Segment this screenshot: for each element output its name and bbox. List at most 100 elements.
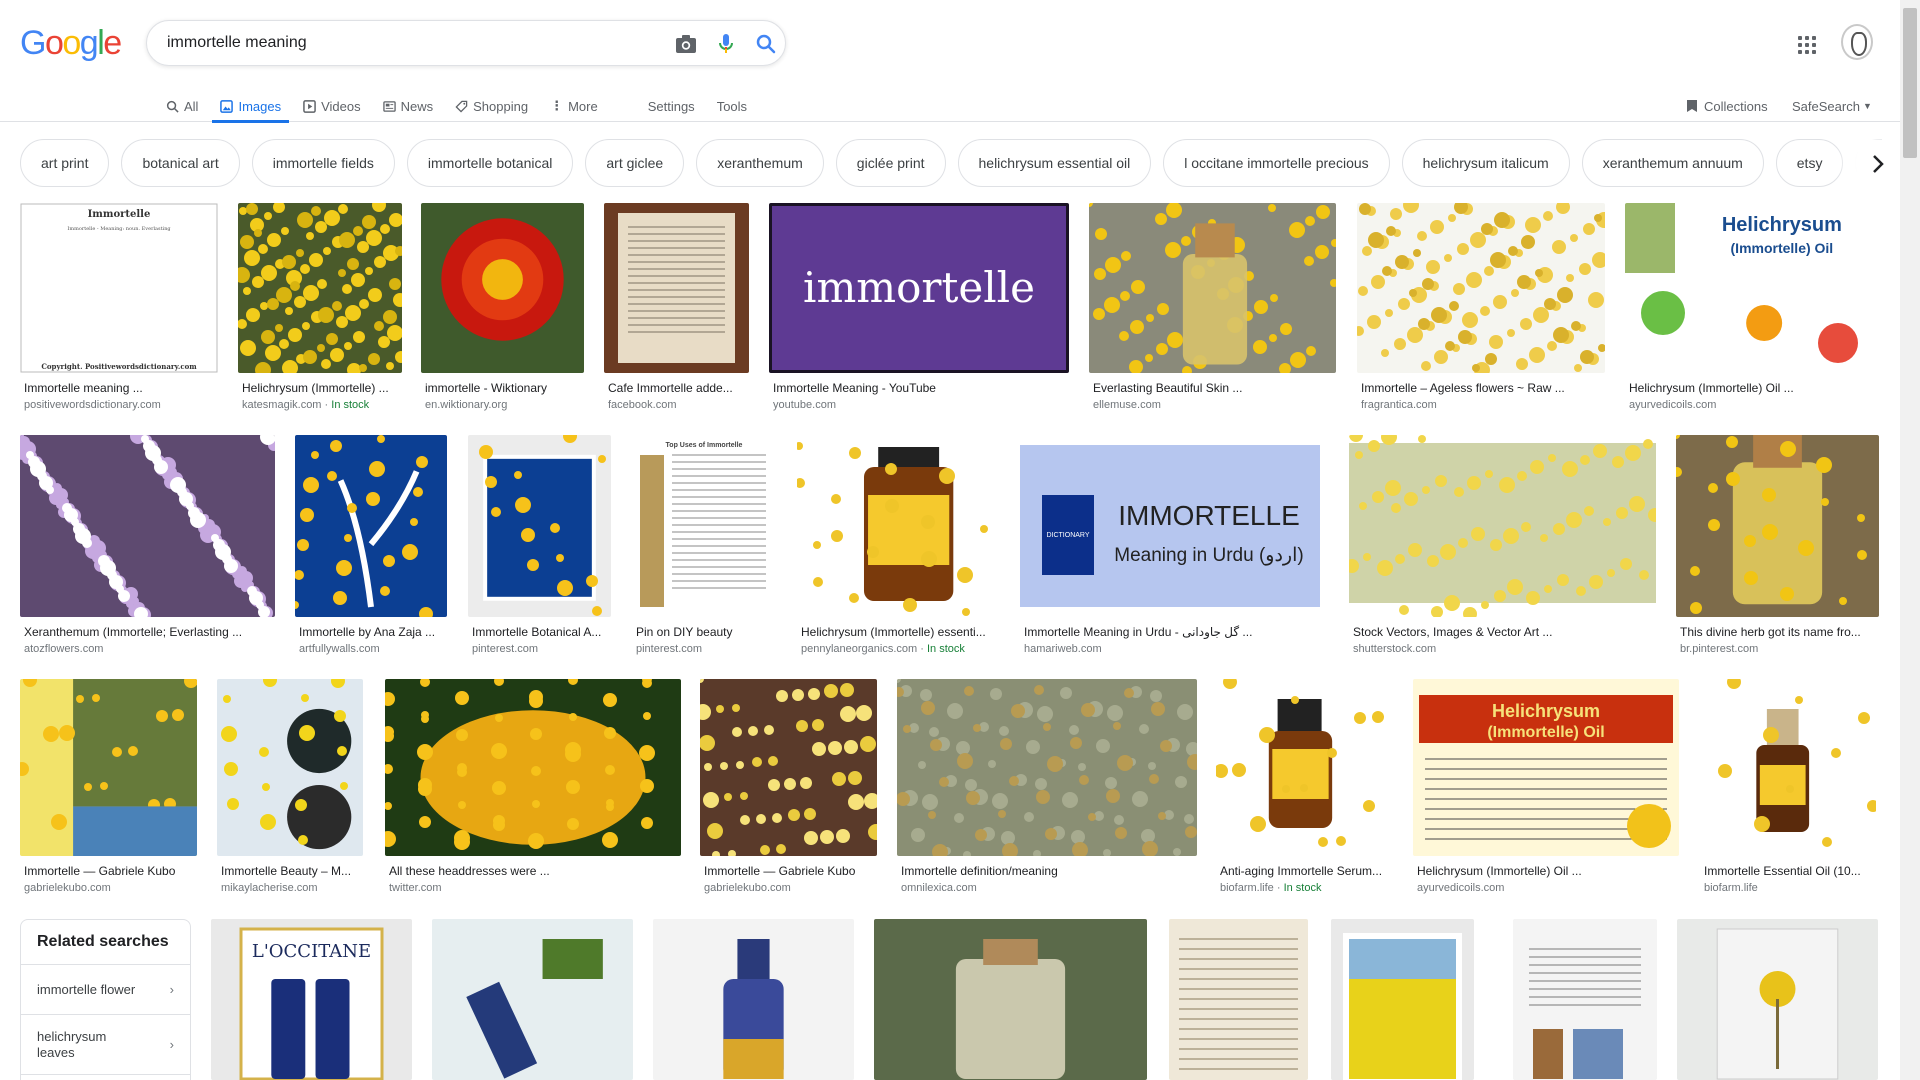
apps-grid-icon[interactable] <box>1795 33 1819 57</box>
tab-shopping[interactable]: Shopping <box>455 90 528 122</box>
result-caption[interactable]: Immortelle Beauty – M... <box>221 864 361 878</box>
image-result[interactable]: Immortelle – Ageless flowers ~ Raw ... fr… <box>1357 203 1605 413</box>
tab-settings[interactable]: Settings <box>648 90 695 122</box>
refinement-chip[interactable]: l occitane immortelle precious <box>1163 139 1390 187</box>
result-thumbnail[interactable] <box>1331 919 1474 1080</box>
refinement-chip[interactable]: art print <box>20 139 110 187</box>
page-scrollbar[interactable] <box>1900 0 1920 1080</box>
result-thumbnail[interactable] <box>1677 919 1878 1080</box>
image-result[interactable] <box>1677 919 1878 1080</box>
refinement-chip[interactable]: immortelle fields <box>251 139 395 187</box>
result-caption[interactable]: Immortelle definition/meaning <box>901 864 1195 878</box>
image-result[interactable] <box>1169 919 1308 1080</box>
image-result[interactable]: Helichrysum (Immortelle) ... katesmagik.c… <box>238 203 402 413</box>
tab-images[interactable]: Images <box>212 90 289 123</box>
result-caption[interactable]: This divine herb got its name fro... <box>1680 625 1877 639</box>
image-result[interactable]: immortelle - Wiktionary en.wiktionary.org <box>421 203 584 413</box>
result-caption[interactable]: Everlasting Beautiful Skin ... <box>1093 381 1334 395</box>
image-result[interactable]: L'OCCITANE <box>211 919 412 1080</box>
result-caption[interactable]: Immortelle — Gabriele Kubo <box>24 864 195 878</box>
google-logo[interactable]: Google <box>20 24 122 63</box>
refinement-chip[interactable]: botanical art <box>121 139 240 187</box>
result-thumbnail[interactable] <box>1676 435 1879 617</box>
image-result[interactable]: Immortelle definition/meaning omnilexica.… <box>897 679 1197 896</box>
result-thumbnail[interactable]: Helichrysum (Immortelle) Oil <box>1625 203 1878 373</box>
result-thumbnail[interactable] <box>1349 435 1656 617</box>
related-search-item[interactable]: helichrysum leaves › <box>21 1015 190 1075</box>
result-caption[interactable]: Stock Vectors, Images & Vector Art ... <box>1353 625 1654 639</box>
image-result[interactable]: DICTIONARY IMMORTELLE Meaning in Urdu (ارد… <box>1020 435 1320 657</box>
refinement-chip[interactable]: xeranthemum annuum <box>1581 139 1764 187</box>
image-result[interactable]: immortelle Immortelle Meaning - YouTube yo… <box>769 203 1069 413</box>
image-result[interactable]: Immortelle Beauty – M... mikaylacherise.c… <box>217 679 363 896</box>
image-result[interactable] <box>1513 919 1657 1080</box>
result-thumbnail[interactable] <box>1700 679 1876 856</box>
result-caption[interactable]: Cafe Immortelle adde... <box>608 381 747 395</box>
collections-link[interactable]: Collections <box>1686 90 1768 122</box>
search-icon[interactable] <box>755 33 777 55</box>
result-thumbnail[interactable] <box>468 435 611 617</box>
result-caption[interactable]: immortelle - Wiktionary <box>425 381 582 395</box>
microphone-icon[interactable] <box>715 33 737 55</box>
result-thumbnail[interactable] <box>432 919 633 1080</box>
result-thumbnail[interactable]: immortelle <box>769 203 1069 373</box>
search-input[interactable] <box>167 21 647 65</box>
image-result[interactable]: Stock Vectors, Images & Vector Art ... sh… <box>1349 435 1656 657</box>
result-thumbnail[interactable] <box>20 435 275 617</box>
result-thumbnail[interactable] <box>1216 679 1392 856</box>
image-result[interactable]: Immortelle — Gabriele Kubo gabrielekubo.c… <box>20 679 197 896</box>
result-thumbnail[interactable] <box>1357 203 1605 373</box>
image-result[interactable]: This divine herb got its name fro... br.p… <box>1676 435 1879 657</box>
result-thumbnail[interactable] <box>797 435 1000 617</box>
result-thumbnail[interactable]: L'OCCITANE <box>211 919 412 1080</box>
chevron-right-icon[interactable] <box>1858 140 1898 188</box>
image-result[interactable] <box>432 919 633 1080</box>
result-caption[interactable]: Immortelle — Gabriele Kubo <box>704 864 875 878</box>
result-thumbnail[interactable] <box>385 679 681 856</box>
result-thumbnail[interactable] <box>421 203 584 373</box>
image-result[interactable]: Immortelle Botanical A... pinterest.com <box>468 435 611 657</box>
image-result[interactable]: Immortelle — Gabriele Kubo gabrielekubo.c… <box>700 679 877 896</box>
image-result[interactable]: Immortelle Essential Oil (10... biofarm.l… <box>1700 679 1876 896</box>
tab-news[interactable]: News <box>382 90 433 122</box>
result-caption[interactable]: Helichrysum (Immortelle) Oil ... <box>1629 381 1876 395</box>
result-thumbnail[interactable] <box>1089 203 1336 373</box>
tab-tools[interactable]: Tools <box>717 90 747 122</box>
image-result[interactable]: Anti-aging Immortelle Serum... biofarm.li… <box>1216 679 1392 896</box>
result-thumbnail[interactable]: Top Uses of Immortelle <box>632 435 776 617</box>
result-caption[interactable]: All these headdresses were ... <box>389 864 679 878</box>
refinement-chip[interactable]: helichrysum italicum <box>1401 139 1570 187</box>
image-result[interactable]: Helichrysum (Immortelle) Oil Helichrysum (… <box>1625 203 1878 413</box>
result-caption[interactable]: Xeranthemum (Immortelle; Everlasting ... <box>24 625 273 639</box>
image-result[interactable]: Xeranthemum (Immortelle; Everlasting ...… <box>20 435 275 657</box>
result-thumbnail[interactable] <box>217 679 363 856</box>
result-caption[interactable]: Immortelle – Ageless flowers ~ Raw ... <box>1361 381 1603 395</box>
image-result[interactable] <box>653 919 854 1080</box>
result-thumbnail[interactable] <box>1513 919 1657 1080</box>
result-thumbnail[interactable] <box>874 919 1147 1080</box>
image-result[interactable]: Immortelle Immortelle - Meaning: noun. Ev… <box>20 203 218 413</box>
result-thumbnail[interactable] <box>897 679 1197 856</box>
image-result[interactable]: Helichrysum (Immortelle) essenti... penny… <box>797 435 1000 657</box>
result-thumbnail[interactable] <box>604 203 749 373</box>
result-caption[interactable]: Immortelle Essential Oil (10... <box>1704 864 1874 878</box>
image-result[interactable]: Everlasting Beautiful Skin ... ellemuse.c… <box>1089 203 1336 413</box>
image-result[interactable]: All these headdresses were ... twitter.co… <box>385 679 681 896</box>
result-caption[interactable]: Pin on DIY beauty <box>636 625 774 639</box>
camera-icon[interactable] <box>675 33 697 55</box>
image-result[interactable]: Top Uses of Immortelle Pin on DIY beauty p… <box>632 435 776 657</box>
result-caption[interactable]: Helichrysum (Immortelle) essenti... <box>801 625 998 639</box>
result-thumbnail[interactable] <box>295 435 447 617</box>
result-caption[interactable]: Anti-aging Immortelle Serum... <box>1220 864 1390 878</box>
image-result[interactable]: Immortelle by Ana Zaja ... artfullywalls.… <box>295 435 447 657</box>
image-result[interactable]: Helichrysum (Immortelle) Oil Helichrysum (… <box>1413 679 1679 896</box>
refinement-chip[interactable]: giclée print <box>835 139 946 187</box>
result-caption[interactable]: Immortelle meaning ... <box>24 381 216 395</box>
result-caption[interactable]: Immortelle by Ana Zaja ... <box>299 625 445 639</box>
result-thumbnail[interactable] <box>700 679 877 856</box>
result-thumbnail[interactable] <box>20 679 197 856</box>
result-caption[interactable]: Immortelle Botanical A... <box>472 625 609 639</box>
result-thumbnail[interactable] <box>1169 919 1308 1080</box>
scrollbar-thumb[interactable] <box>1903 8 1917 158</box>
result-thumbnail[interactable]: Immortelle Immortelle - Meaning: noun. Ev… <box>20 203 218 373</box>
